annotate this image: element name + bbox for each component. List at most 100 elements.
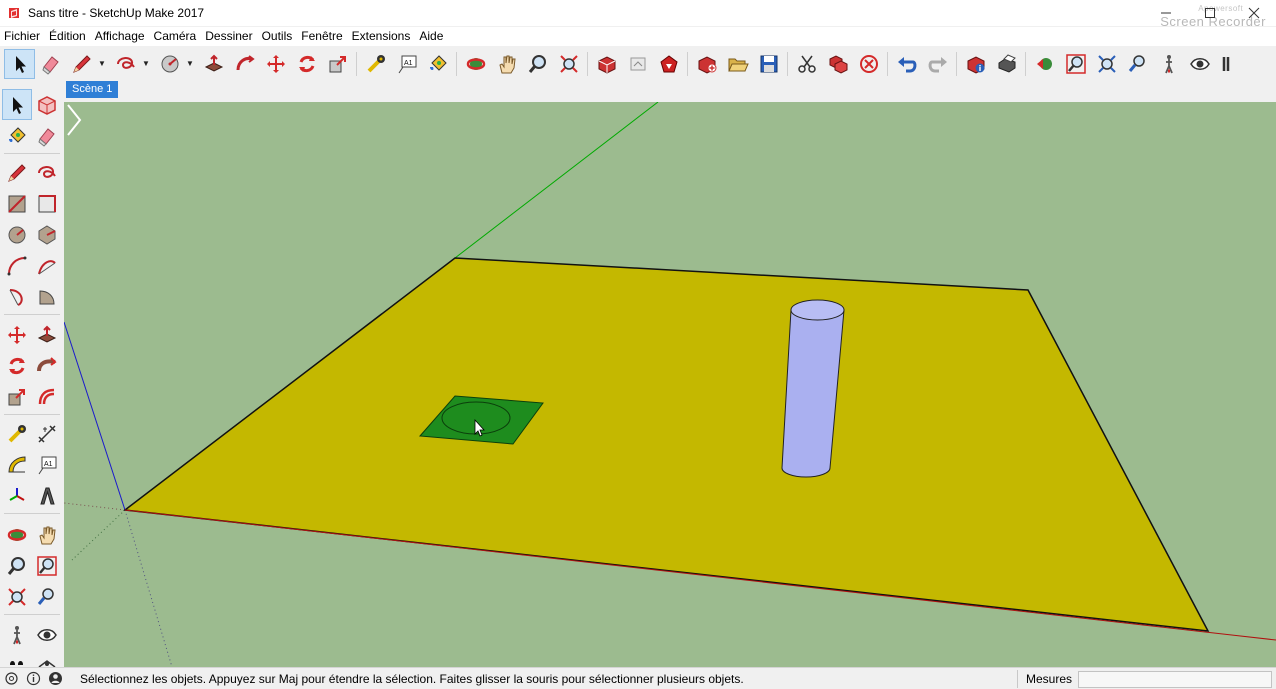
freehand-tool-button[interactable]: [110, 49, 141, 79]
freehand-dropdown[interactable]: ▼: [141, 49, 151, 79]
previous-view-tool-button[interactable]: [32, 581, 62, 612]
3d-text-tool-button[interactable]: [32, 480, 62, 511]
zoom-extents-tool-button[interactable]: [553, 49, 584, 79]
cylinder-top[interactable]: [790, 299, 845, 321]
get-models-button[interactable]: [591, 49, 622, 79]
menu-outils[interactable]: Outils: [258, 27, 298, 46]
print-button[interactable]: [991, 49, 1022, 79]
dimension-tool-button[interactable]: [32, 418, 62, 449]
zoom-window-button[interactable]: [1060, 49, 1091, 79]
pencil-dropdown[interactable]: ▼: [97, 49, 107, 79]
axes-tool-button[interactable]: [2, 480, 32, 511]
pan-tool-button[interactable]: [491, 49, 522, 79]
rotated-rectangle-tool-button[interactable]: [32, 188, 62, 219]
new-file-button[interactable]: [691, 49, 722, 79]
tape-measure-tool-button[interactable]: [2, 418, 32, 449]
circle-tool-button[interactable]: [154, 49, 185, 79]
zoom-tool-button[interactable]: [522, 49, 553, 79]
close-button[interactable]: [1232, 0, 1276, 26]
follow-me-tool-button[interactable]: [229, 49, 260, 79]
extension-warehouse-button[interactable]: [653, 49, 684, 79]
section-button[interactable]: [1215, 49, 1246, 79]
maximize-button[interactable]: [1188, 0, 1232, 26]
look-around-tool-button[interactable]: [32, 619, 62, 650]
paint-bucket-tool-button[interactable]: [2, 120, 32, 151]
cut-button[interactable]: [791, 49, 822, 79]
make-component-button[interactable]: [32, 89, 62, 120]
menu-aide[interactable]: Aide: [415, 27, 448, 46]
menu-dessiner[interactable]: Dessiner: [201, 27, 257, 46]
eraser-tool-button[interactable]: [35, 49, 66, 79]
select-tool-button[interactable]: [2, 89, 32, 120]
push-pull-tool-button[interactable]: [198, 49, 229, 79]
select-tool-button[interactable]: [4, 48, 35, 79]
paint-bucket-tool-button[interactable]: [422, 49, 453, 79]
menu-affichage[interactable]: Affichage: [91, 27, 150, 46]
look-around-button[interactable]: [1184, 49, 1215, 79]
menu-edition[interactable]: Édition: [45, 27, 91, 46]
section-plane-tool-button[interactable]: [32, 650, 62, 667]
three-point-arc-tool-button[interactable]: [2, 281, 32, 312]
scale-tool-button[interactable]: [2, 381, 32, 412]
menu-extensions[interactable]: Extensions: [348, 27, 416, 46]
drawing-viewport[interactable]: [64, 102, 1276, 667]
scene-canvas[interactable]: [64, 102, 1276, 667]
minimize-button[interactable]: [1144, 0, 1188, 26]
polygon-tool-button[interactable]: [32, 219, 62, 250]
menu-fichier[interactable]: Fichier: [0, 27, 45, 46]
rotate-tool-button[interactable]: [2, 350, 32, 381]
delete-button[interactable]: [853, 49, 884, 79]
zoom-fit-button[interactable]: [1091, 49, 1122, 79]
copy-button[interactable]: [822, 49, 853, 79]
position-camera-tool-button[interactable]: [2, 619, 32, 650]
arc-tool-button[interactable]: [2, 250, 32, 281]
two-point-arc-tool-button[interactable]: [32, 250, 62, 281]
scale-tool-button[interactable]: [322, 49, 353, 79]
text-tool-button[interactable]: A1: [32, 449, 62, 480]
measurements-input[interactable]: [1078, 670, 1272, 688]
menu-fenetre[interactable]: Fenêtre: [297, 27, 347, 46]
walk-button[interactable]: [1153, 49, 1184, 79]
open-file-icon: [727, 58, 749, 71]
zoom-window-tool-button[interactable]: [32, 550, 62, 581]
tape-measure-tool-button[interactable]: [360, 49, 391, 79]
scene-tab[interactable]: Scène 1: [66, 81, 119, 98]
walk-tool-button[interactable]: [2, 650, 32, 667]
text-tool-button[interactable]: A1: [391, 49, 422, 79]
pie-tool-button[interactable]: [32, 281, 62, 312]
move-tool-button[interactable]: [260, 49, 291, 79]
pan-tool-button[interactable]: [32, 519, 62, 550]
zoom-extents-tool-button[interactable]: [2, 581, 32, 612]
model-info-button[interactable]: [960, 49, 991, 79]
zoom-tool-button[interactable]: [2, 550, 32, 581]
circle-tool-button[interactable]: [2, 219, 32, 250]
chevron-right-icon[interactable]: [64, 102, 84, 138]
open-file-button[interactable]: [722, 49, 753, 79]
rectangle-tool-button[interactable]: [2, 188, 32, 219]
orbit-tool-button[interactable]: [460, 49, 491, 79]
menu-camera[interactable]: Caméra: [150, 27, 202, 46]
new-file-icon: [698, 55, 716, 74]
follow-me-tool-button[interactable]: [32, 350, 62, 381]
redo-button[interactable]: [922, 49, 953, 79]
circle-dropdown[interactable]: ▼: [185, 49, 195, 79]
rotate-tool-button[interactable]: [291, 49, 322, 79]
save-button[interactable]: [753, 49, 784, 79]
eraser-tool-button[interactable]: [32, 120, 62, 151]
orbit-tool-button[interactable]: [2, 519, 32, 550]
previous-view-button[interactable]: [1029, 49, 1060, 79]
pencil-tool-button[interactable]: [66, 49, 97, 79]
position-camera-button[interactable]: [1122, 49, 1153, 79]
freehand-tool-button[interactable]: [32, 157, 62, 188]
protractor-tool-button[interactable]: [2, 449, 32, 480]
offset-tool-button[interactable]: [32, 381, 62, 412]
left-toolbar-separator: [4, 614, 60, 615]
move-tool-button[interactable]: [2, 319, 32, 350]
user-button[interactable]: [44, 668, 66, 689]
pencil-tool-button[interactable]: [2, 157, 32, 188]
info-button[interactable]: [22, 668, 44, 689]
share-model-button[interactable]: [622, 49, 653, 79]
undo-button[interactable]: [891, 49, 922, 79]
geolocation-button[interactable]: [0, 668, 22, 689]
push-pull-tool-button[interactable]: [32, 319, 62, 350]
